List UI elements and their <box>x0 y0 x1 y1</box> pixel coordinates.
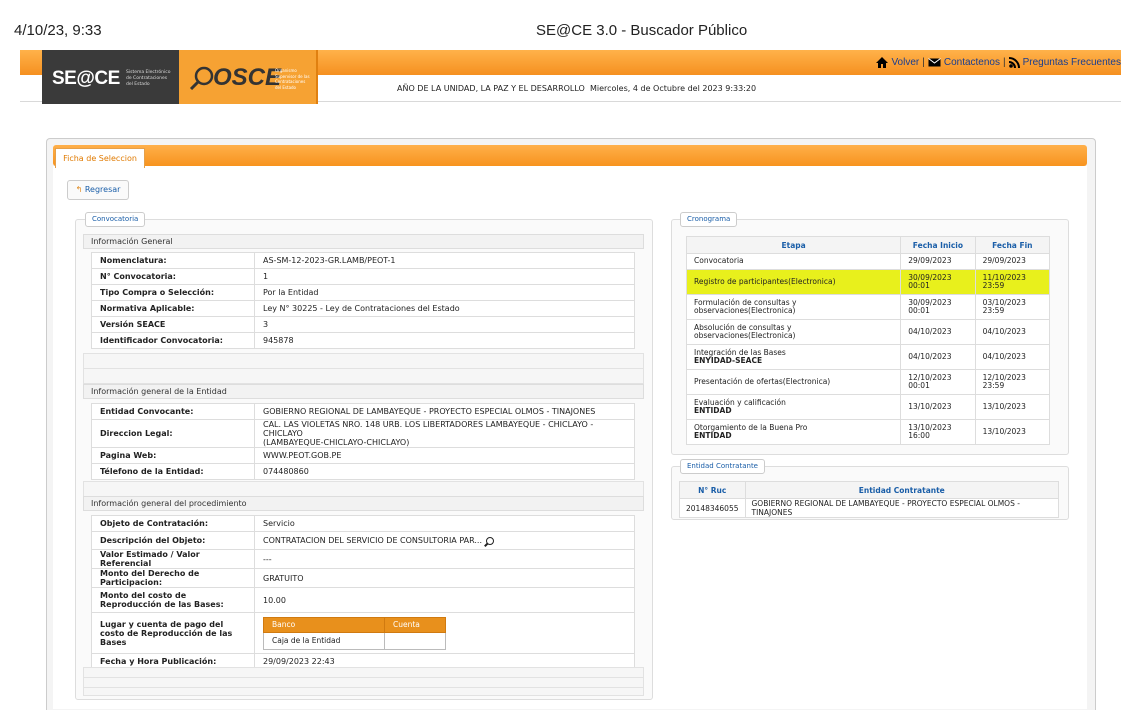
print-title: SE@CE 3.0 - Buscador Público <box>536 22 748 39</box>
info-entidad-table: Entidad Convocante: GOBIERNO REGIONAL DE … <box>91 403 635 480</box>
table-row: Absolución de consultas y observaciones(E… <box>685 319 1051 345</box>
regresar-label: Regresar <box>84 185 121 194</box>
search-detail-icon[interactable] <box>486 536 495 545</box>
cronograma-header-row: Etapa Fecha Inicio Fecha Fin <box>685 236 1051 254</box>
contactenos-link[interactable]: Contactenos <box>944 57 1000 68</box>
table-row: Lugar y cuenta de pago del costo de Repr… <box>91 612 635 654</box>
cronograma-legend: Cronograma <box>680 212 738 227</box>
spacer-row <box>83 353 644 369</box>
seace-logo-subtitle: Sistema Electrónico de Contrataciones de… <box>126 70 171 87</box>
bank-col-cuenta: Cuenta <box>384 616 446 633</box>
table-row: Entidad Convocante: GOBIERNO REGIONAL DE … <box>91 403 635 420</box>
table-row: Otorgamiento de la Buena Pro ENTIDAD 13/10… <box>685 419 1051 445</box>
osce-logo[interactable]: OSCE Organismo Supervisor de las Contrat… <box>179 50 318 104</box>
home-icon <box>876 57 889 68</box>
table-row: Evaluación y calificación ENTIDAD 13/10/20… <box>685 394 1051 420</box>
table-row: Integración de las Bases ENYIDAD-SEACE 04/… <box>685 344 1051 370</box>
info-procedimiento-table: Objeto de Contratación: Servicio Descripc… <box>91 515 635 670</box>
seace-logo-text: SE@CE <box>52 68 120 89</box>
table-row: Valor Estimado / Valor Referencial --- <box>91 549 635 569</box>
table-row: Versión SEACE 3 <box>91 316 635 333</box>
print-date: 4/10/23, 9:33 <box>14 22 102 39</box>
table-row: Identificador Convocatoria: 945878 <box>91 332 635 349</box>
year-motto: AÑO DE LA UNIDAD, LA PAZ Y EL DESARROLLO <box>397 84 585 93</box>
table-row: Convocatoria 29/09/2023 29/09/2023 <box>685 253 1051 270</box>
current-date: Miercoles, 4 de Octubre del 2023 9:33:20 <box>590 84 757 93</box>
volver-link[interactable]: Volver <box>891 57 919 68</box>
info-entidad-heading: Información general de la Entidad <box>83 384 644 399</box>
col-entidad: Entidad Contratante <box>744 481 1059 499</box>
info-procedimiento-heading: Información general del procedimiento <box>83 496 644 511</box>
magnifier-logo-icon <box>189 66 214 90</box>
table-row: Tipo Compra o Selección: Por la Entidad <box>91 284 635 301</box>
col-fecha-inicio: Fecha Inicio <box>900 236 976 254</box>
col-etapa: Etapa <box>685 236 902 254</box>
entidad-contratante-legend: Entidad Contratante <box>680 459 765 474</box>
table-row: Monto del costo de Reproducción de las B… <box>91 587 635 613</box>
spacer-row <box>83 368 644 384</box>
table-row: Télefono de la Entidad: 074480860 <box>91 463 635 480</box>
col-fecha-fin: Fecha Fin <box>974 236 1051 254</box>
bank-table: Banco Cuenta Caja de la Entidad <box>263 616 446 650</box>
entidad-header-row: N° Ruc Entidad Contratante <box>679 481 1059 499</box>
envelope-icon <box>928 58 941 67</box>
entidad-contratante-table: N° Ruc Entidad Contratante 20148346055 G… <box>679 481 1059 518</box>
table-row: Formulación de consultas y observaciones(… <box>685 294 1051 320</box>
tab-ficha-seleccion[interactable]: Ficha de Seleccion <box>55 148 145 168</box>
cronograma-table: Etapa Fecha Inicio Fecha Fin Convocatori… <box>685 236 1051 445</box>
regresar-button[interactable]: ↰ Regresar <box>67 180 129 200</box>
top-nav: Volver | Contactenos | Preguntas Frecuen… <box>876 57 1121 68</box>
spacer-row <box>83 687 644 696</box>
table-row: Monto del Derecho de Participacion: GRATU… <box>91 568 635 588</box>
table-row: Objeto de Contratación: Servicio <box>91 515 635 532</box>
bank-cuenta-value <box>384 631 446 650</box>
bank-col-banco: Banco <box>263 616 385 633</box>
spacer-row <box>83 481 644 497</box>
osce-logo-subtitle: Organismo Supervisor de las Contratacion… <box>275 68 310 90</box>
osce-logo-text: OSCE <box>213 64 282 91</box>
preguntas-frecuentes-link[interactable]: Preguntas Frecuentes <box>1023 57 1121 68</box>
seace-logo[interactable]: SE@CE Sistema Electrónico de Contratacio… <box>42 50 179 104</box>
table-row-highlighted: Registro de participantes(Electronica) 30… <box>685 269 1051 295</box>
info-general-heading: Información General <box>83 234 644 249</box>
info-general-table: Nomenclatura: AS-SM-12-2023-GR.LAMB/PEOT-… <box>91 252 635 349</box>
table-row: Pagina Web: WWW.PEOT.GOB.PE <box>91 447 635 464</box>
table-row: Descripción del Objeto: CONTRATACION DEL … <box>91 531 635 550</box>
table-row: 20148346055 GOBIERNO REGIONAL DE LAMBAYE… <box>679 498 1059 518</box>
table-row: N° Convocatoria: 1 <box>91 268 635 285</box>
tab-bar <box>53 145 1087 166</box>
convocatoria-legend: Convocatoria <box>85 212 146 227</box>
descripcion-value: CONTRATACION DEL SERVICIO DE CONSULTORIA… <box>263 536 483 545</box>
table-row: Nomenclatura: AS-SM-12-2023-GR.LAMB/PEOT-… <box>91 252 635 269</box>
table-row: Normativa Aplicable: Ley N° 30225 - Ley d… <box>91 300 635 317</box>
back-arrow-icon: ↰ <box>75 185 83 194</box>
table-row: Presentación de ofertas(Electronica) 12/1… <box>685 369 1051 395</box>
table-row: Direccion Legal: CAL. LAS VIOLETAS NRO. 1… <box>91 419 635 448</box>
rss-icon <box>1008 57 1020 68</box>
col-ruc: N° Ruc <box>679 481 746 499</box>
bank-banco-value: Caja de la Entidad <box>263 631 385 650</box>
